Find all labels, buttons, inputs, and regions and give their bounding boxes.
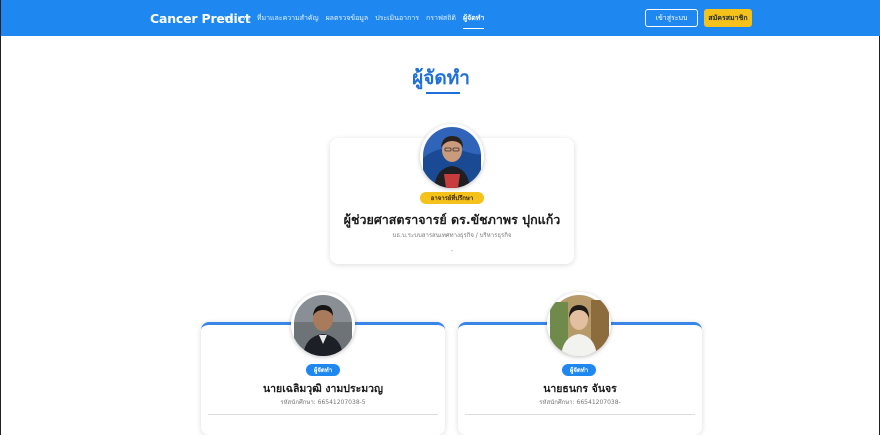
member-student-id: รหัสนักศึกษา: 66541207038- <box>539 399 621 406</box>
advisor-badge: อาจารย์ที่ปรึกษา <box>420 192 484 204</box>
member-badge: ผู้จัดทำ <box>306 364 340 376</box>
page-title: ผู้จัดทำ <box>412 67 470 89</box>
nav-item-results[interactable]: ผลตรวจข้อมูล <box>326 13 369 24</box>
nav-menu: หน้าแรก ที่มาและความสำคัญ ผลตรวจข้อมูล ป… <box>224 13 485 29</box>
nav-item-developers[interactable]: ผู้จัดทำ <box>462 13 485 29</box>
nav-item-statistics[interactable]: กราฟสถิติ <box>426 13 456 24</box>
member-avatar <box>291 292 355 356</box>
member-badge: ผู้จัดทำ <box>562 364 596 376</box>
title-underline <box>426 92 460 94</box>
member-student-id: รหัสนักศึกษา: 66541207038-5 <box>280 399 366 406</box>
advisor-affiliation: บธ.บ.ระบบสารสนเทศทางธุรกิจ / บริหารธุรกิ… <box>392 232 512 239</box>
advisor-avatar <box>420 124 484 188</box>
signup-button[interactable]: สมัครสมาชิก <box>704 9 752 27</box>
nav-item-home[interactable]: หน้าแรก <box>224 13 250 24</box>
advisor-name: ผู้ช่วยศาสตราจารย์ ดร.ขัชภาพร ปุกแก้ว <box>343 212 561 227</box>
member-photo <box>547 292 611 356</box>
member-name: นายธนกร จันจร <box>543 383 617 395</box>
nav-item-background[interactable]: ที่มาและความสำคัญ <box>257 13 319 24</box>
member-photo <box>291 292 355 356</box>
card-divider <box>208 414 438 415</box>
login-button[interactable]: เข้าสู่ระบบ <box>645 9 698 27</box>
top-navbar: Cancer Predict หน้าแรก ที่มาและความสำคัญ… <box>1 0 880 36</box>
advisor-extra: - <box>450 247 454 255</box>
advisor-photo <box>420 124 484 188</box>
member-name: นายเฉลิมวุฒิ งามประมวญ <box>262 383 383 395</box>
card-divider <box>465 414 695 415</box>
member-avatar <box>547 292 611 356</box>
nav-item-assessment[interactable]: ประเมินอาการ <box>375 13 419 24</box>
